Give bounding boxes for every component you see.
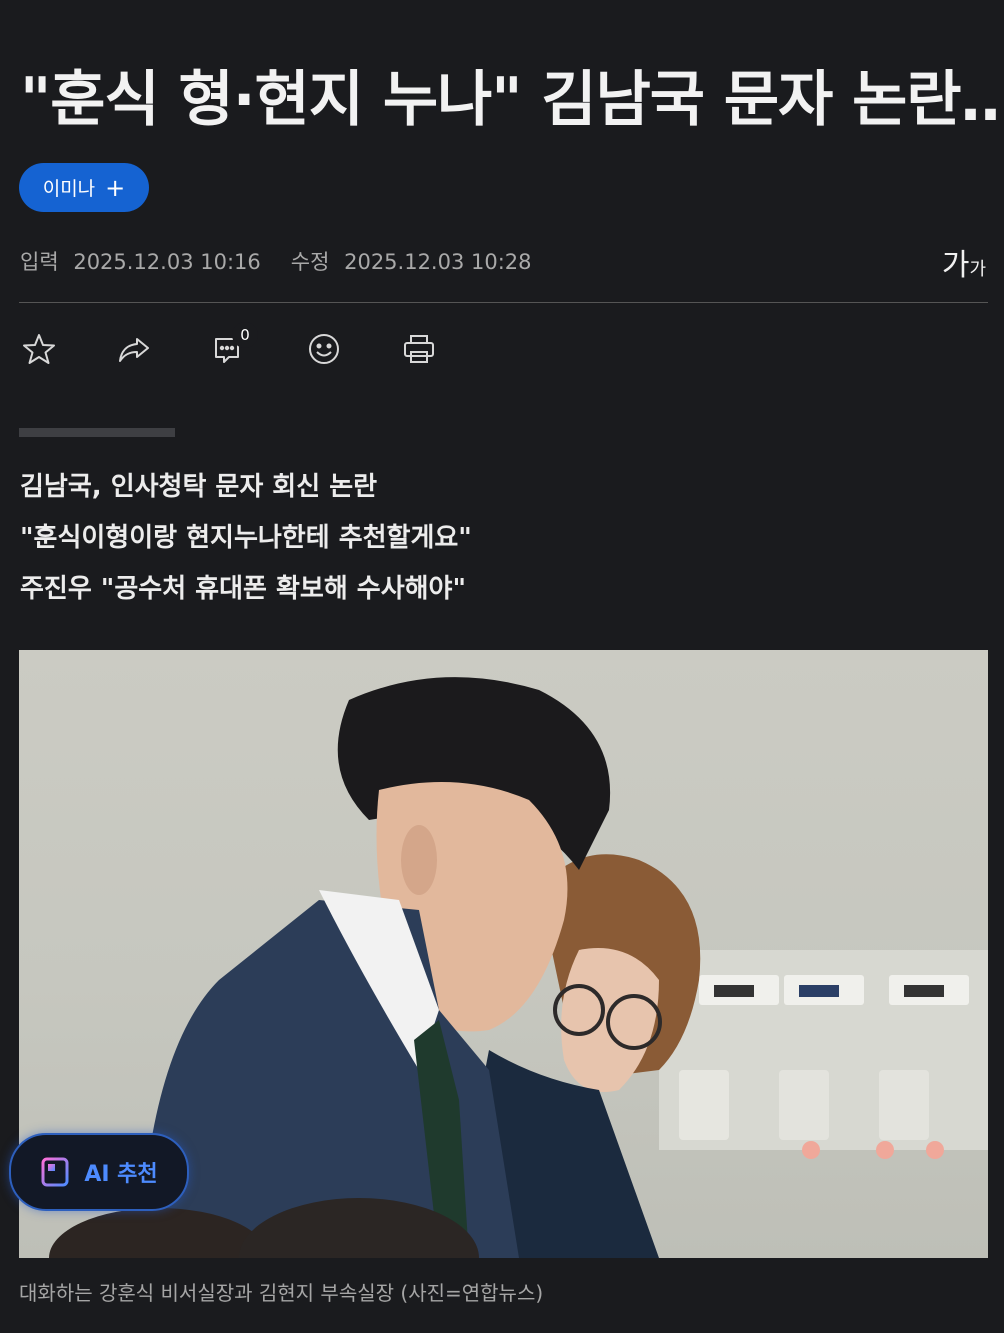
article-toolbar: 0: [20, 322, 438, 372]
summary-line: "훈식이형이랑 현지누나한테 추천할게요": [20, 523, 472, 553]
summary-accent-bar: [19, 428, 175, 437]
author-name: 이미나: [42, 178, 96, 200]
article-summary: 김남국, 인사청탁 문자 회신 논란 "훈식이형이랑 현지누나한테 추천할게요"…: [20, 464, 472, 617]
summary-line: 김남국, 인사청탁 문자 회신 논란: [20, 472, 378, 502]
modified-timestamp: 수정 2025.12.03 10:28: [291, 246, 532, 276]
print-icon: [404, 335, 434, 363]
input-time: 2025.12.03 10:16: [73, 250, 261, 274]
plus-icon: +: [105, 173, 126, 202]
modified-label: 수정: [290, 250, 330, 274]
summary-line: 주진우 "공수처 휴대폰 확보해 수사해야": [20, 574, 467, 604]
ai-recommend-label: AI 추천: [84, 1162, 158, 1187]
comment-count-badge: 0: [232, 322, 258, 348]
document-icon: [41, 1157, 69, 1187]
photo-caption: 대화하는 강훈식 비서실장과 김현지 부속실장 (사진=연합뉴스): [19, 1281, 544, 1305]
input-label: 입력: [20, 250, 59, 274]
modified-time: 2025.12.03 10:28: [344, 250, 532, 274]
star-icon: [23, 334, 55, 364]
article-headline: "훈식 형·현지 누나" 김남국 문자 논란…: [20, 65, 1004, 136]
comment-button[interactable]: 0: [210, 322, 258, 372]
input-timestamp: 입력 2025.12.03 10:16: [20, 246, 261, 276]
reaction-button[interactable]: [305, 326, 343, 372]
author-follow-button[interactable]: 이미나 +: [19, 163, 149, 212]
font-size-small-glyph: 가: [969, 259, 986, 280]
print-button[interactable]: [400, 326, 438, 372]
font-size-button[interactable]: 가가: [942, 240, 986, 284]
bookmark-button[interactable]: [20, 326, 58, 372]
font-size-large-glyph: 가: [941, 248, 970, 283]
article-timestamps: 입력 2025.12.03 10:16 수정 2025.12.03 10:28: [20, 246, 532, 276]
emoji-icon: [309, 334, 339, 364]
ai-recommend-button[interactable]: AI 추천: [9, 1133, 189, 1211]
share-icon: [119, 338, 149, 362]
share-button[interactable]: [115, 326, 153, 372]
divider: [19, 302, 988, 303]
